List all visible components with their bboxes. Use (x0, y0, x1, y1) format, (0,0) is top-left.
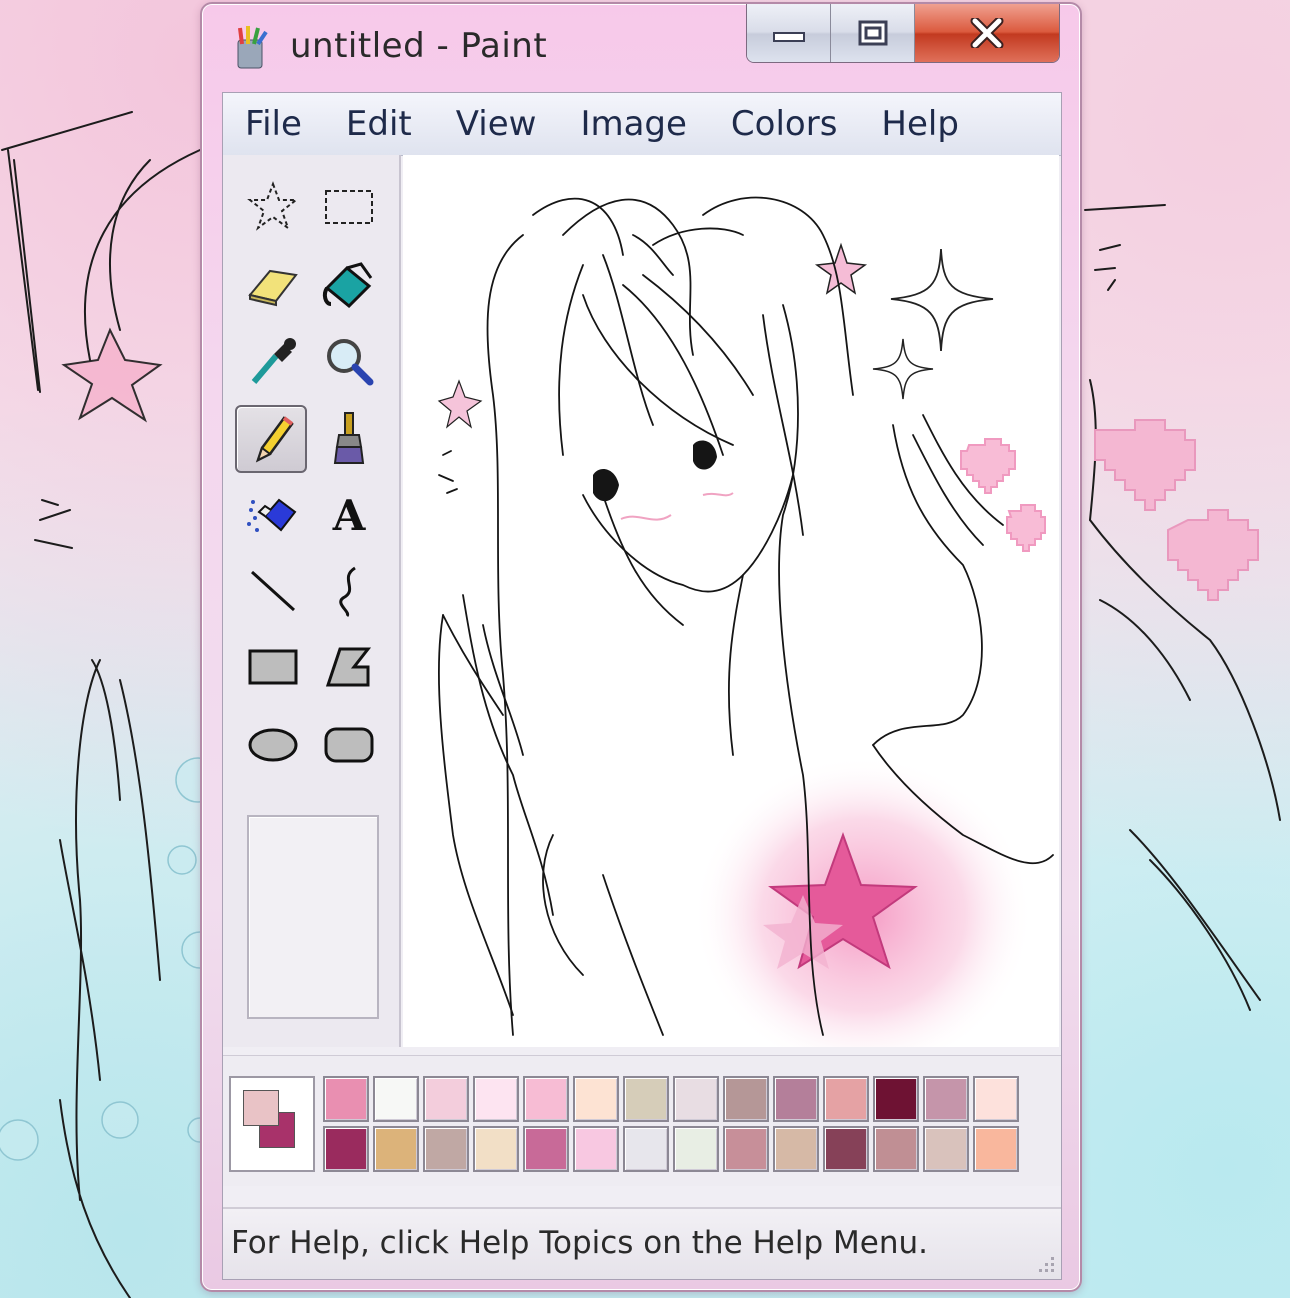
close-icon (970, 18, 1004, 48)
airbrush-icon (247, 498, 297, 532)
color-swatch[interactable] (823, 1076, 869, 1122)
color-swatch[interactable] (623, 1126, 669, 1172)
menu-colors[interactable]: Colors (731, 100, 837, 148)
tool-pick-color[interactable] (237, 327, 309, 395)
tool-text[interactable]: A (313, 481, 385, 549)
resize-grip-icon[interactable] (1035, 1253, 1057, 1275)
color-swatch[interactable] (473, 1076, 519, 1122)
current-colors[interactable] (229, 1076, 315, 1172)
color-swatch[interactable] (523, 1126, 569, 1172)
menu-help[interactable]: Help (881, 100, 959, 148)
menu-edit[interactable]: Edit (346, 100, 412, 148)
color-swatch[interactable] (573, 1076, 619, 1122)
rounded-rect-icon (324, 727, 374, 763)
tool-rounded-rectangle[interactable] (313, 711, 385, 779)
title-bar[interactable]: untitled - Paint (202, 4, 1080, 84)
color-swatch[interactable] (923, 1076, 969, 1122)
line-icon (250, 570, 296, 612)
close-button[interactable] (915, 4, 1059, 62)
maximize-button[interactable] (831, 4, 915, 62)
color-swatch[interactable] (373, 1126, 419, 1172)
restore-icon (858, 20, 887, 46)
toolbox: A (223, 155, 401, 1047)
window-title: untitled - Paint (290, 26, 548, 66)
color-swatch[interactable] (973, 1126, 1019, 1172)
color-swatch[interactable] (623, 1076, 669, 1122)
color-swatch[interactable] (773, 1126, 819, 1172)
color-swatch[interactable] (923, 1126, 969, 1172)
rectangle-icon (248, 649, 298, 685)
text-icon: A (332, 490, 366, 540)
status-bar: For Help, click Help Topics on the Help … (223, 1207, 1061, 1279)
canvas-drawing (437, 196, 1054, 1047)
star-select-icon (247, 181, 299, 231)
color-swatch[interactable] (723, 1126, 769, 1172)
color-swatch[interactable] (373, 1076, 419, 1122)
color-swatch[interactable] (973, 1076, 1019, 1122)
color-swatch[interactable] (573, 1126, 619, 1172)
magnifier-icon (327, 339, 374, 386)
color-swatch[interactable] (323, 1126, 369, 1172)
tool-fill-with-color[interactable] (313, 251, 385, 319)
ellipse-icon (248, 728, 298, 762)
tool-rectangle[interactable] (237, 633, 309, 701)
caption-buttons (746, 4, 1060, 63)
color-swatch[interactable] (873, 1126, 919, 1172)
polygon-icon (325, 647, 372, 687)
paint-window: untitled - Paint File Edit View Image Co… (200, 2, 1082, 1292)
color-swatch[interactable] (823, 1126, 869, 1172)
tool-magnifier[interactable] (313, 327, 385, 395)
tool-brush[interactable] (313, 405, 385, 473)
color-swatch[interactable] (323, 1076, 369, 1122)
foreground-color[interactable] (243, 1090, 279, 1126)
pencil-icon (255, 416, 294, 463)
status-text: For Help, click Help Topics on the Help … (231, 1225, 928, 1261)
client-area: File Edit View Image Colors Help A For H… (222, 92, 1062, 1280)
paint-bucket-icon (322, 262, 373, 309)
minimize-button[interactable] (747, 4, 831, 62)
paint-app-icon (237, 26, 268, 69)
color-swatch[interactable] (523, 1076, 569, 1122)
color-swatch[interactable] (723, 1076, 769, 1122)
brush-icon (333, 412, 365, 464)
color-swatch[interactable] (423, 1126, 469, 1172)
palette-swatches (323, 1076, 1019, 1172)
eyedropper-icon (251, 338, 296, 384)
tool-ellipse[interactable] (237, 711, 309, 779)
menu-view[interactable]: View (456, 100, 537, 148)
eraser-icon (248, 269, 298, 307)
tool-free-form-select[interactable] (237, 173, 309, 241)
tool-eraser[interactable] (237, 251, 309, 319)
menu-bar: File Edit View Image Colors Help (223, 93, 1061, 156)
color-swatch[interactable] (773, 1076, 819, 1122)
tool-options-box[interactable] (247, 815, 379, 1019)
star-sticker (61, 327, 163, 423)
tool-line[interactable] (237, 557, 309, 625)
rect-select-icon (325, 190, 373, 224)
color-swatch[interactable] (673, 1126, 719, 1172)
menu-image[interactable]: Image (580, 100, 686, 148)
drawing-canvas[interactable] (403, 155, 1059, 1047)
color-swatch[interactable] (423, 1076, 469, 1122)
tool-curve[interactable] (313, 557, 385, 625)
color-swatch[interactable] (673, 1076, 719, 1122)
tool-airbrush[interactable] (237, 481, 309, 549)
menu-file[interactable]: File (245, 100, 302, 148)
tool-pencil[interactable] (235, 405, 307, 473)
tool-polygon[interactable] (313, 633, 385, 701)
color-palette (223, 1055, 1061, 1186)
color-swatch[interactable] (873, 1076, 919, 1122)
minimize-icon (772, 32, 805, 42)
color-swatch[interactable] (473, 1126, 519, 1172)
tool-rectangle-select[interactable] (313, 173, 385, 241)
curve-icon (339, 566, 356, 618)
small-star (814, 242, 868, 295)
